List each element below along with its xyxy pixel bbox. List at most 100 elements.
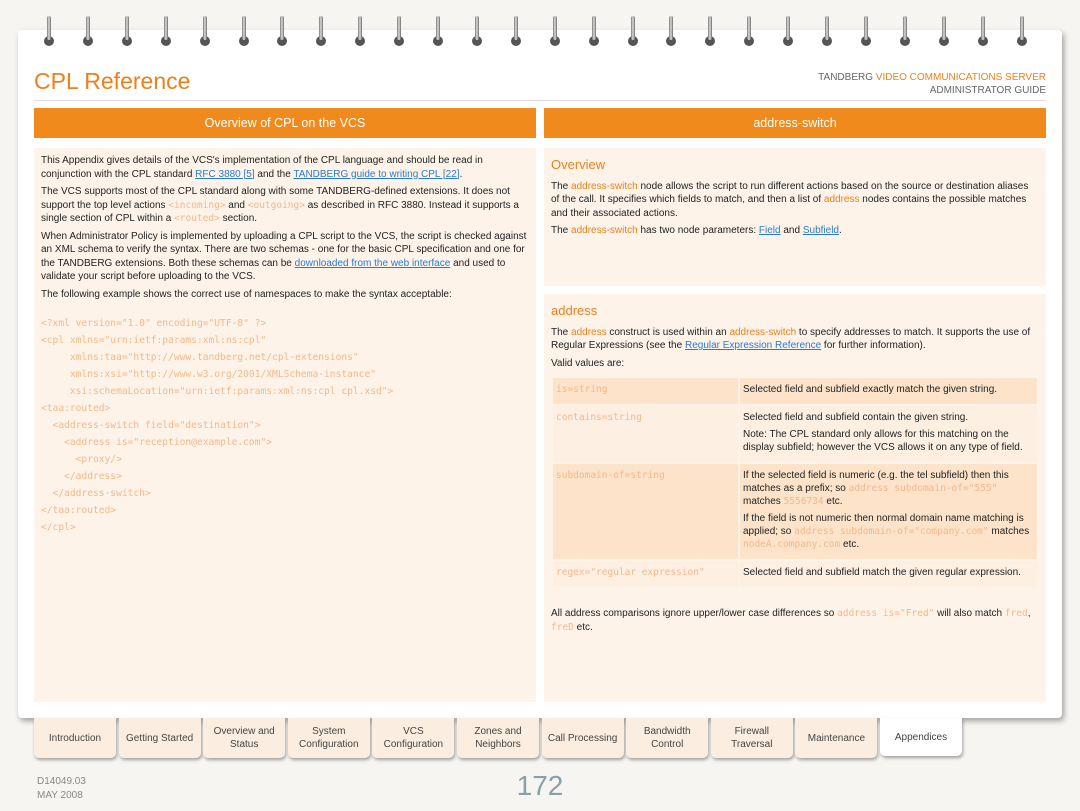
paragraph: The VCS supports most of the CPL standar… [41, 185, 529, 226]
tab-system-configuration[interactable]: System Configuration [287, 718, 370, 758]
code-snippet: <outgoing> [247, 199, 305, 211]
tab-label: Maintenance [807, 732, 866, 744]
code-line: <proxy/> [41, 454, 122, 465]
code-snippet: <routed> [174, 213, 220, 224]
tab-call-processing[interactable]: Call Processing [541, 718, 624, 758]
binding-ring [44, 16, 54, 48]
value-key: subdomain-of=string [553, 464, 738, 559]
keyword: address [571, 326, 607, 338]
tab-label: Call Processing [547, 732, 618, 744]
text: Selected field and subfield match the gi… [743, 567, 1021, 578]
overview-title: Overview [551, 157, 606, 172]
section-heading-right: address-switch [544, 108, 1046, 138]
text: All address comparisons ignore upper/low… [551, 608, 838, 619]
text: for further information). [821, 340, 926, 351]
tab-zones-and-neighbors[interactable]: Zones and Neighbors [457, 718, 539, 758]
brand-name: TANDBERG [818, 72, 876, 83]
link[interactable]: TANDBERG guide to writing CPL [22] [293, 169, 459, 180]
text: The [551, 326, 572, 338]
paragraph: All address comparisons ignore upper/low… [551, 607, 1039, 634]
brand-product: VIDEO COMMUNICATIONS SERVER [875, 72, 1046, 83]
table-row: contains=string Selected field and subfie… [553, 406, 1037, 462]
link[interactable]: Subfield [803, 225, 839, 236]
text: . [459, 168, 463, 180]
text: and [780, 225, 803, 236]
text: and [225, 199, 248, 211]
code-snippet: <incoming> [168, 199, 226, 211]
table-row: regex="regular expression" Selected field… [553, 561, 1037, 587]
code-line: <cpl xmlns="urn:ietf:params:xml:ns:cpl" [41, 335, 267, 346]
binding-ring [938, 16, 949, 48]
brand: TANDBERG VIDEO COMMUNICATIONS SERVER ADMI… [818, 71, 1046, 97]
page-title: CPL Reference [34, 68, 191, 94]
binding-ring [160, 16, 171, 48]
code-line: <?xml version="1.0" encoding="UTF-8" ?> [41, 318, 267, 329]
binding-ring [744, 16, 755, 48]
tab-bandwidth-control[interactable]: Bandwidth Control [626, 718, 709, 758]
text: construct is used within an [606, 326, 730, 338]
binding-ring [121, 16, 132, 48]
paragraph: Selected field and subfield exactly matc… [743, 383, 1034, 396]
text: will also match [934, 608, 1005, 619]
binding-ring [783, 16, 794, 48]
value-key: regex="regular expression" [553, 561, 738, 587]
overview-panel: Overview The address-switch node allows … [544, 148, 1046, 286]
binding-ring [316, 16, 327, 48]
binding-ring [82, 16, 93, 48]
table-row: is=string Selected field and subfield exa… [553, 378, 1037, 404]
brand-subtitle: ADMINISTRATOR GUIDE [929, 85, 1046, 96]
text: etc. [823, 496, 843, 507]
code-line: xmlns:xsi="http://www.w3.org/2001/XMLSch… [41, 369, 377, 380]
text: The [551, 180, 572, 192]
link[interactable]: downloaded from the web interface [295, 258, 451, 269]
divider [34, 100, 1046, 101]
binding-ring [433, 16, 443, 48]
tab-maintenance[interactable]: Maintenance [795, 718, 878, 758]
paragraph: The address-switch has two node paramete… [551, 224, 1039, 238]
text: Note: The CPL standard only allows for t… [743, 429, 1023, 453]
paragraph: Selected field and subfield match the gi… [743, 566, 1034, 579]
binding-ring [588, 16, 599, 48]
tab-overview-and-status[interactable]: Overview and Status [203, 718, 286, 758]
code-snippet: nodeA.company.com [743, 539, 841, 550]
keyword: address-switch [729, 326, 797, 338]
text: . [838, 225, 842, 236]
text: Selected field and subfield exactly matc… [743, 384, 998, 395]
tab-firewall-traversal[interactable]: Firewall Traversal [710, 718, 793, 758]
code-line: <address-switch field="destination"> [41, 420, 261, 431]
spiral-binding [44, 16, 1044, 50]
tab-appendices[interactable]: Appendices [880, 718, 962, 756]
text: matches [988, 526, 1030, 537]
binding-ring [1016, 16, 1027, 48]
xml-example: <?xml version="1.0" encoding="UTF-8" ?> <… [41, 315, 529, 536]
code-line: </address> [41, 471, 122, 482]
paragraph: If the field is not numeric then normal … [743, 512, 1034, 551]
tab-vcs-configuration[interactable]: VCS Configuration [372, 718, 455, 758]
value-description: If the selected field is numeric (e.g. t… [740, 464, 1037, 559]
text: matches [743, 496, 784, 507]
keyword: address-switch [571, 180, 638, 192]
binding-ring [471, 16, 482, 48]
keyword: address [823, 194, 860, 205]
code-line: xmlns:taa="http://www.tandberg.net/cpl-e… [41, 352, 359, 363]
link[interactable]: RFC 3880 [5] [195, 169, 254, 180]
code-snippet: fred [1004, 608, 1028, 619]
valid-values-table: is=string Selected field and subfield exa… [551, 376, 1039, 589]
tab-label: Zones and Neighbors [474, 726, 522, 750]
tab-getting-started[interactable]: Getting Started [118, 718, 201, 758]
paragraph: Note: The CPL standard only allows for t… [743, 428, 1034, 454]
text: , [1027, 608, 1031, 619]
tab-introduction[interactable]: Introduction [34, 718, 116, 758]
link[interactable]: Field [759, 225, 781, 236]
paragraph: Selected field and subfield contain the … [743, 411, 1034, 424]
binding-ring [666, 16, 677, 48]
address-panel: address The address construct is used wi… [544, 294, 1046, 702]
code-line: <taa:routed> [41, 403, 111, 414]
binding-ring [510, 16, 521, 48]
text: Valid values are: [551, 357, 625, 369]
value-description: Selected field and subfield contain the … [740, 406, 1037, 462]
value-description: Selected field and subfield exactly matc… [740, 378, 1037, 404]
code-line: </cpl> [41, 522, 76, 533]
tab-label: Firewall Traversal [731, 726, 773, 750]
link[interactable]: Regular Expression Reference [685, 340, 821, 351]
